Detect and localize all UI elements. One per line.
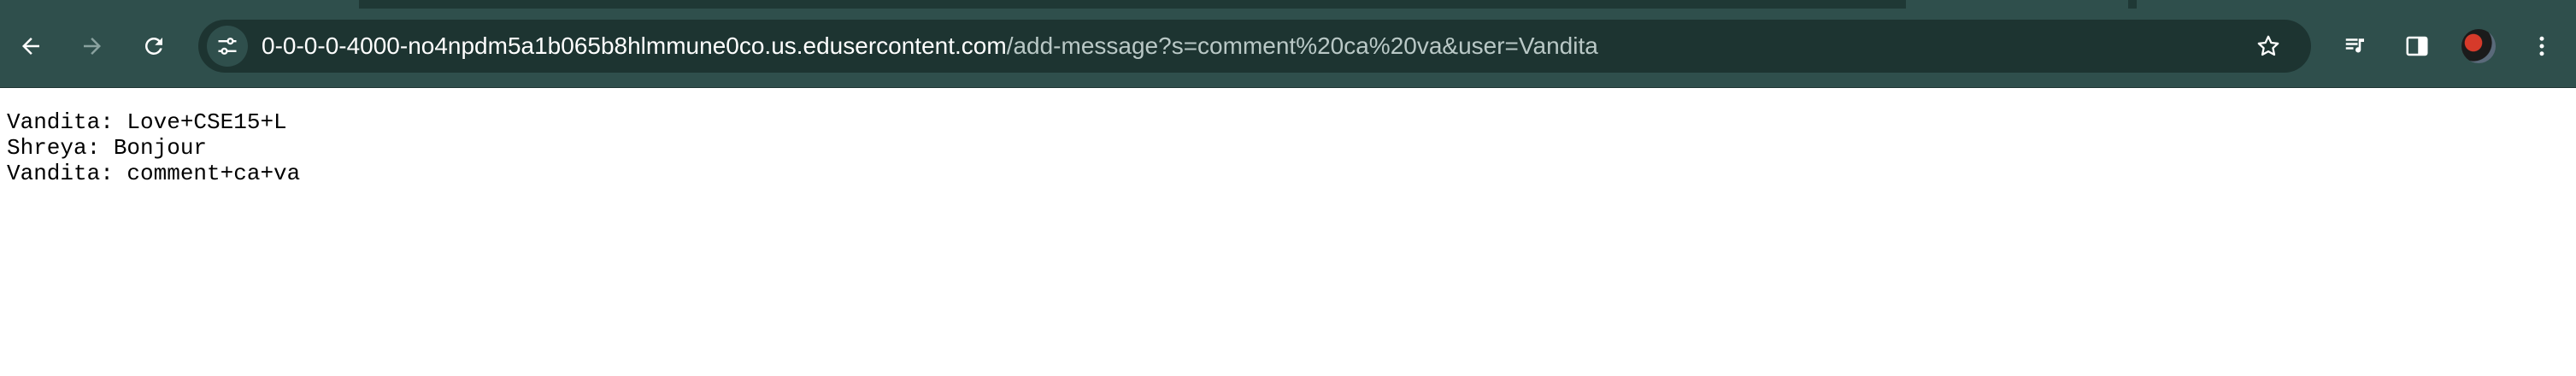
reload-icon xyxy=(145,37,162,55)
tab[interactable] xyxy=(2137,0,2576,9)
menu-button[interactable] xyxy=(2521,26,2562,67)
back-button[interactable] xyxy=(10,26,51,67)
address-bar[interactable]: 0-0-0-0-4000-no4npdm5a1b065b8hlmmune0co.… xyxy=(198,20,2311,73)
playlist-icon xyxy=(2345,38,2364,53)
url-path: /add-message?s=comment%20ca%20va&user=Va… xyxy=(1006,32,1598,59)
tab[interactable] xyxy=(0,0,359,9)
bookmark-button[interactable] xyxy=(2248,26,2289,67)
forward-button[interactable] xyxy=(72,26,113,67)
forward-arrow-icon xyxy=(84,38,101,55)
page-content: Vandita: Love+CSE15+L Shreya: Bonjour Va… xyxy=(7,109,300,186)
url-text[interactable]: 0-0-0-0-4000-no4npdm5a1b065b8hlmmune0co.… xyxy=(262,20,1598,73)
media-controls-button[interactable] xyxy=(2335,26,2376,67)
site-info-button[interactable] xyxy=(207,26,248,67)
url-host: 0-0-0-0-4000-no4npdm5a1b065b8hlmmune0co.… xyxy=(262,32,1007,59)
avatar[interactable] xyxy=(2461,29,2496,63)
tab[interactable] xyxy=(1906,0,2128,9)
message-line: Shreya: Bonjour xyxy=(7,135,208,161)
star-icon xyxy=(2257,35,2279,56)
kebab-menu-icon xyxy=(2539,36,2544,56)
tab-strip xyxy=(0,0,2576,9)
side-panel-button[interactable] xyxy=(2397,26,2438,67)
tune-icon xyxy=(218,38,237,55)
reload-button[interactable] xyxy=(133,26,174,67)
side-panel-icon xyxy=(2406,36,2428,56)
message-line: Vandita: Love+CSE15+L xyxy=(7,109,287,135)
back-arrow-icon xyxy=(22,38,39,55)
browser-toolbar: 0-0-0-0-4000-no4npdm5a1b065b8hlmmune0co.… xyxy=(0,0,2576,88)
message-line: Vandita: comment+ca+va xyxy=(7,161,301,186)
